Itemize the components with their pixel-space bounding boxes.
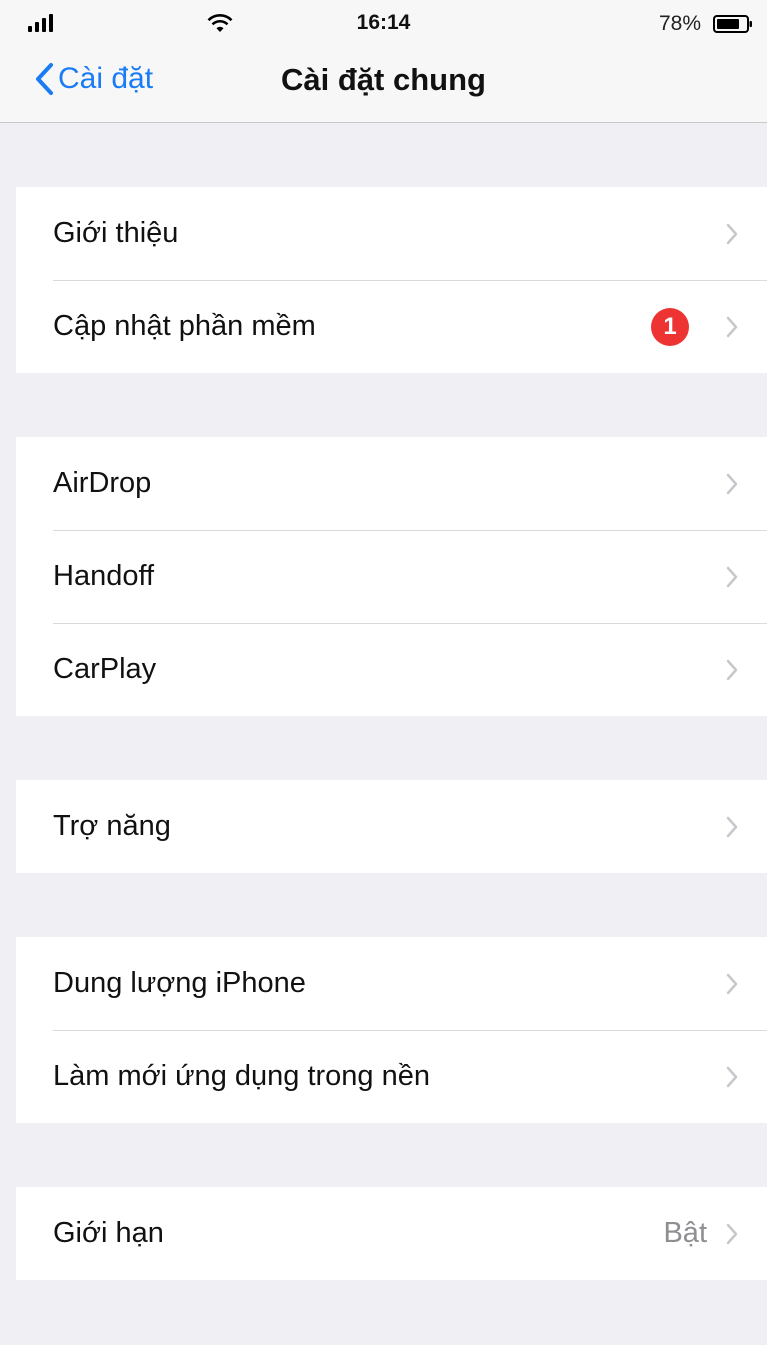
status-time: 16:14 xyxy=(356,11,411,34)
settings-section: Giới thiệu Cập nhật phần mềm 1 xyxy=(16,187,767,373)
settings-row-background-refresh[interactable]: Làm mới ứng dụng trong nền xyxy=(16,1030,767,1123)
settings-row-carplay[interactable]: CarPlay xyxy=(16,623,767,716)
row-label: Handoff xyxy=(53,560,155,592)
chevron-right-icon xyxy=(726,816,738,837)
row-label: CarPlay xyxy=(53,653,157,685)
restrictions-value: Bật xyxy=(663,1217,707,1249)
row-label: Trợ năng xyxy=(53,810,171,842)
settings-section: Giới hạn Bật xyxy=(16,1187,767,1280)
settings-row-restrictions[interactable]: Giới hạn Bật xyxy=(16,1187,767,1280)
chevron-right-icon xyxy=(726,473,738,494)
row-label: Dung lượng iPhone xyxy=(53,967,306,999)
row-label: AirDrop xyxy=(53,467,152,499)
settings-section: AirDrop Handoff CarPlay xyxy=(16,437,767,716)
status-bar: 16:14 78% xyxy=(0,0,767,48)
chevron-right-icon xyxy=(726,223,738,244)
settings-section: Dung lượng iPhone Làm mới ứng dụng trong… xyxy=(16,937,767,1123)
settings-row-accessibility[interactable]: Trợ năng xyxy=(16,780,767,873)
chevron-right-icon xyxy=(726,659,738,680)
row-label: Cập nhật phần mềm xyxy=(53,310,316,342)
chevron-right-icon xyxy=(726,566,738,587)
settings-row-iphone-storage[interactable]: Dung lượng iPhone xyxy=(16,937,767,1030)
settings-section: Trợ năng xyxy=(16,780,767,873)
settings-row-airdrop[interactable]: AirDrop xyxy=(16,437,767,530)
chevron-right-icon xyxy=(726,316,738,337)
battery-percent: 78% xyxy=(658,12,701,35)
update-badge: 1 xyxy=(651,307,689,346)
navigation-bar: Cài đặt Cài đặt chung xyxy=(0,48,767,123)
row-label: Làm mới ứng dụng trong nền xyxy=(53,1060,430,1092)
settings-row-software-update[interactable]: Cập nhật phần mềm 1 xyxy=(16,280,767,373)
settings-row-handoff[interactable]: Handoff xyxy=(16,530,767,623)
chevron-right-icon xyxy=(726,973,738,994)
chevron-right-icon xyxy=(726,1223,738,1244)
chevron-right-icon xyxy=(726,1066,738,1087)
row-label: Giới thiệu xyxy=(53,217,179,249)
page-title: Cài đặt chung xyxy=(281,62,486,97)
settings-row-about[interactable]: Giới thiệu xyxy=(16,187,767,280)
battery-icon xyxy=(713,15,752,33)
settings-list: Giới thiệu Cập nhật phần mềm 1 AirDrop H… xyxy=(0,123,767,1280)
row-label: Giới hạn xyxy=(53,1217,164,1249)
